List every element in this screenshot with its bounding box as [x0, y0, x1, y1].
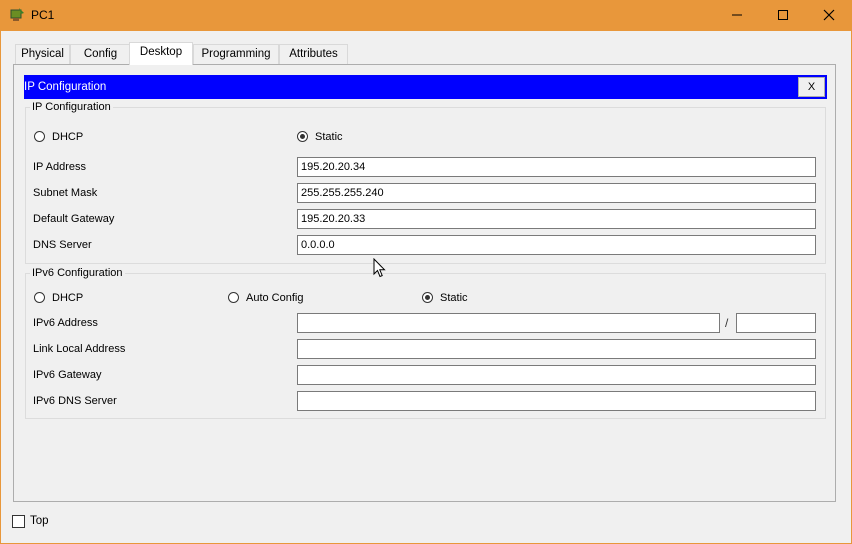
ipv4-dhcp-radio[interactable]: [34, 131, 45, 142]
close-icon: [823, 9, 835, 21]
minimize-button[interactable]: [714, 0, 760, 31]
maximize-icon: [778, 10, 788, 20]
ipv6-auto-config-label: Auto Config: [246, 292, 304, 304]
ip-address-label: IP Address: [33, 161, 86, 173]
ip-config-header: IP Configuration X: [24, 75, 827, 99]
ip-config-title: IP Configuration: [24, 81, 107, 93]
ip-address-field[interactable]: 195.20.20.34: [297, 157, 816, 177]
default-gateway-label: Default Gateway: [33, 213, 115, 225]
ipv6-address-label: IPv6 Address: [33, 317, 98, 329]
window-title: PC1: [31, 8, 55, 22]
ipv6-dns-server-field[interactable]: [297, 391, 816, 411]
dns-server-label: DNS Server: [33, 239, 92, 251]
maximize-button[interactable]: [760, 0, 806, 31]
prefix-separator: /: [725, 316, 729, 330]
close-button[interactable]: [806, 0, 852, 31]
tab-programming[interactable]: Programming: [193, 44, 279, 64]
ipv6-dhcp-label: DHCP: [52, 292, 84, 304]
minimize-icon: [732, 14, 742, 16]
top-checkbox[interactable]: [12, 515, 25, 528]
ipv6-gateway-field[interactable]: [297, 365, 816, 385]
ipv4-group-label: IP Configuration: [30, 101, 113, 113]
top-checkbox-label: Top: [30, 515, 49, 527]
ipv6-gateway-label: IPv6 Gateway: [33, 369, 102, 381]
pc-app-icon: [10, 8, 24, 21]
ipv6-address-field[interactable]: [297, 313, 720, 333]
ipv4-static-label: Static: [315, 131, 343, 143]
ipv6-dns-server-label: IPv6 DNS Server: [33, 395, 117, 407]
default-gateway-field[interactable]: 195.20.20.33: [297, 209, 816, 229]
ipv6-group-label: IPv6 Configuration: [30, 267, 125, 279]
ipv6-prefix-length-field[interactable]: [736, 313, 816, 333]
link-local-address-field[interactable]: [297, 339, 816, 359]
subnet-mask-field[interactable]: 255.255.255.240: [297, 183, 816, 203]
window-frame-left: [0, 31, 1, 544]
mouse-cursor-icon: [373, 258, 386, 278]
tab-config[interactable]: Config: [70, 44, 131, 64]
ipv4-static-radio[interactable]: [297, 131, 308, 142]
link-local-address-label: Link Local Address: [33, 343, 126, 355]
ipv4-dhcp-label: DHCP: [52, 131, 84, 143]
title-bar[interactable]: PC1: [0, 0, 852, 31]
subnet-mask-label: Subnet Mask: [33, 187, 98, 199]
ipv6-auto-config-radio[interactable]: [228, 292, 239, 303]
dns-server-field[interactable]: 0.0.0.0: [297, 235, 816, 255]
ipv6-dhcp-radio[interactable]: [34, 292, 45, 303]
ip-config-close-button[interactable]: X: [798, 77, 825, 97]
tab-desktop[interactable]: Desktop: [129, 42, 193, 65]
tab-physical[interactable]: Physical: [15, 44, 70, 64]
ipv6-static-label: Static: [440, 292, 468, 304]
ipv6-static-radio[interactable]: [422, 292, 433, 303]
tab-attributes[interactable]: Attributes: [279, 44, 348, 64]
